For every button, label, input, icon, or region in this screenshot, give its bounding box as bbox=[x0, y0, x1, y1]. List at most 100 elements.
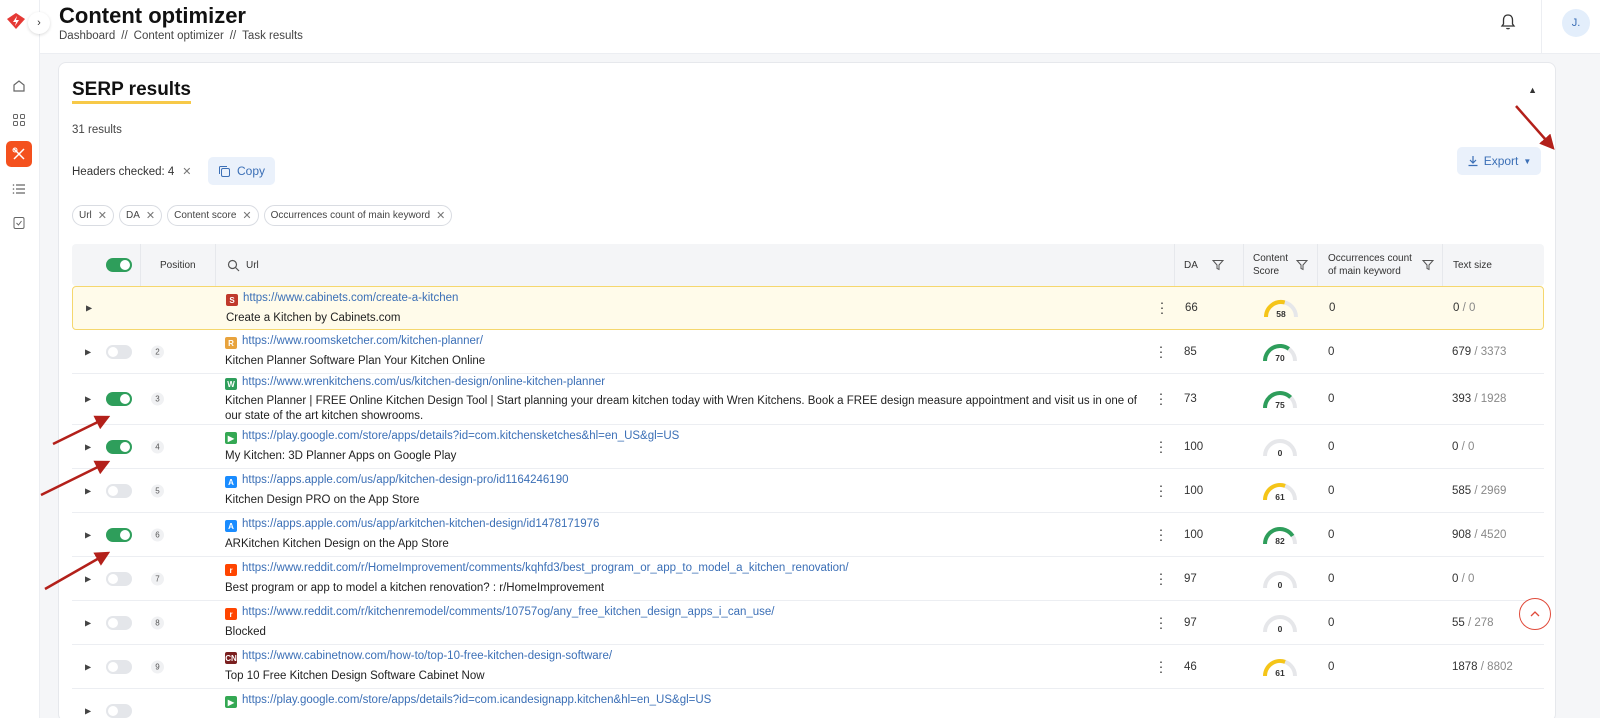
position-badge: 8 bbox=[151, 616, 164, 629]
result-url-link[interactable]: https://apps.apple.com/us/app/kitchen-de… bbox=[242, 474, 568, 486]
export-button[interactable]: Export ▼ bbox=[1457, 147, 1541, 175]
table-row[interactable]: ▶ 7 r https://www.reddit.com/r/HomeImprovem… bbox=[72, 557, 1544, 601]
expand-row-icon[interactable]: ▶ bbox=[85, 706, 91, 715]
table-row[interactable]: ▶ 3 Whttps://www.wrenkitchens.com/us/kitch… bbox=[72, 374, 1544, 425]
more-options-icon[interactable]: ⋮ bbox=[1154, 658, 1168, 675]
row-toggle[interactable] bbox=[106, 344, 132, 359]
filter-icon[interactable] bbox=[1421, 259, 1434, 271]
text-size-current: 0 bbox=[1453, 302, 1460, 314]
filter-icon[interactable] bbox=[1296, 259, 1309, 271]
table-row[interactable]: ▶ 4 ▶ https://play.google.com/store/apps/de… bbox=[72, 425, 1544, 469]
position-badge: 6 bbox=[151, 528, 164, 541]
search-icon[interactable] bbox=[227, 259, 240, 272]
expand-row-icon[interactable]: ▶ bbox=[85, 618, 91, 627]
user-avatar[interactable]: J. bbox=[1562, 9, 1590, 37]
tools-icon bbox=[12, 147, 25, 160]
notification-bell-icon[interactable] bbox=[1498, 12, 1518, 32]
table-row[interactable]: ▶ 2 Rhttps://www.roomsketcher.com/kitchen-… bbox=[72, 330, 1544, 374]
sidebar-item-tools[interactable] bbox=[6, 141, 32, 167]
chip-label: Occurrences count of main keyword bbox=[270, 210, 431, 221]
breadcrumb-dashboard[interactable]: Dashboard bbox=[59, 30, 115, 42]
scroll-to-top-button[interactable] bbox=[1519, 598, 1551, 630]
expand-row-icon[interactable]: ▶ bbox=[85, 395, 91, 404]
sidebar-item-apps[interactable] bbox=[6, 107, 32, 133]
sidebar-item-reports[interactable] bbox=[6, 210, 32, 236]
table-row[interactable]: ▶ Shttps://www.cabinets.com/create-a-kitc… bbox=[72, 286, 1544, 330]
expand-row-icon[interactable]: ▶ bbox=[85, 442, 91, 451]
more-options-icon[interactable]: ⋮ bbox=[1154, 614, 1168, 631]
column-text-size: Text size bbox=[1453, 259, 1492, 271]
result-url-link[interactable]: https://play.google.com/store/apps/detai… bbox=[242, 430, 679, 442]
filter-icon[interactable] bbox=[1211, 259, 1224, 271]
expand-row-icon[interactable]: ▶ bbox=[86, 304, 92, 313]
content-score-value: 0 bbox=[1277, 579, 1283, 590]
app-logo-icon[interactable] bbox=[6, 12, 26, 30]
site-favicon-icon: R bbox=[225, 337, 237, 349]
site-favicon-icon: ▶ bbox=[225, 696, 237, 708]
more-options-icon[interactable]: ⋮ bbox=[1154, 570, 1168, 587]
copy-button-label: Copy bbox=[236, 164, 265, 178]
result-url-link[interactable]: https://www.cabinets.com/create-a-kitche… bbox=[243, 292, 458, 304]
remove-chip-icon[interactable]: ✕ bbox=[242, 209, 251, 222]
result-url-link[interactable]: https://play.google.com/store/apps/detai… bbox=[242, 694, 711, 706]
occurrences-value: 0 bbox=[1328, 484, 1335, 497]
page-title: Content optimizer bbox=[59, 3, 246, 28]
result-title: Kitchen Planner Software Plan Your Kitch… bbox=[225, 355, 486, 367]
expand-row-icon[interactable]: ▶ bbox=[85, 347, 91, 356]
result-url-link[interactable]: https://www.roomsketcher.com/kitchen-pla… bbox=[242, 335, 483, 347]
result-title: Best program or app to model a kitchen r… bbox=[225, 582, 605, 594]
da-value: 100 bbox=[1184, 440, 1204, 453]
more-options-icon[interactable]: ⋮ bbox=[1155, 300, 1169, 317]
sidebar-item-list[interactable] bbox=[6, 176, 32, 202]
breadcrumb-content-optimizer[interactable]: Content optimizer bbox=[134, 30, 224, 42]
sidebar-item-home[interactable] bbox=[6, 73, 32, 99]
chip-occurrences: Occurrences count of main keyword ✕ bbox=[263, 205, 453, 226]
expand-row-icon[interactable]: ▶ bbox=[85, 662, 91, 671]
more-options-icon[interactable]: ⋮ bbox=[1154, 526, 1168, 543]
more-options-icon[interactable]: ⋮ bbox=[1154, 482, 1168, 499]
expand-row-icon[interactable]: ▶ bbox=[85, 530, 91, 539]
text-size-total: / 0 bbox=[1461, 572, 1475, 585]
row-toggle[interactable] bbox=[106, 615, 132, 630]
more-options-icon[interactable]: ⋮ bbox=[1154, 391, 1168, 408]
da-value: 100 bbox=[1184, 484, 1204, 497]
more-options-icon[interactable]: ⋮ bbox=[1154, 343, 1168, 360]
table-row[interactable]: ▶ 6 Ahttps://apps.apple.com/us/app/arkitch… bbox=[72, 513, 1544, 557]
sidebar-collapse-button[interactable]: › bbox=[28, 12, 50, 34]
table-row[interactable]: ▶ 9 CN https://www.cabinetnow.com/how-to/to… bbox=[72, 645, 1544, 689]
result-url-link[interactable]: https://www.wrenkitchens.com/us/kitchen-… bbox=[242, 376, 605, 388]
row-toggle[interactable] bbox=[106, 439, 132, 454]
table-row[interactable]: ▶ 5 Ahttps://apps.apple.com/us/app/kitchen… bbox=[72, 469, 1544, 513]
row-toggle[interactable] bbox=[106, 483, 132, 498]
content-score-value: 61 bbox=[1275, 667, 1285, 678]
result-url-link[interactable]: https://www.reddit.com/r/HomeImprovement… bbox=[242, 562, 849, 574]
result-url-link[interactable]: https://apps.apple.com/us/app/arkitchen-… bbox=[242, 518, 599, 530]
select-all-toggle[interactable] bbox=[106, 258, 132, 272]
remove-chip-icon[interactable]: ✕ bbox=[98, 209, 107, 222]
text-size-total: / 278 bbox=[1468, 616, 1494, 629]
clear-headers-icon[interactable]: ✕ bbox=[182, 165, 191, 178]
content-score-value: 0 bbox=[1277, 623, 1283, 634]
row-toggle[interactable] bbox=[106, 392, 132, 406]
table-row[interactable]: ▶ 8 r https://www.reddit.com/r/kitchenremod… bbox=[72, 601, 1544, 645]
text-size-current: 0 bbox=[1452, 440, 1459, 453]
text-size-value: 585 / 2969 bbox=[1452, 485, 1506, 497]
expand-row-icon[interactable]: ▶ bbox=[85, 574, 91, 583]
result-url-link[interactable]: https://www.cabinetnow.com/how-to/top-10… bbox=[242, 650, 612, 662]
row-toggle[interactable] bbox=[106, 527, 132, 542]
position-badge: 5 bbox=[151, 484, 164, 497]
text-size-current: 393 bbox=[1452, 393, 1472, 405]
text-size-total: / 3373 bbox=[1474, 345, 1507, 358]
collapse-section-icon[interactable]: ▲ bbox=[1528, 85, 1537, 95]
row-toggle[interactable] bbox=[106, 659, 132, 674]
occurrences-value: 0 bbox=[1328, 393, 1335, 405]
row-toggle[interactable] bbox=[106, 703, 132, 718]
table-row[interactable]: ▶ ▶ https://play.google.com/store/apps/det… bbox=[72, 689, 1544, 718]
more-options-icon[interactable]: ⋮ bbox=[1154, 438, 1168, 455]
row-toggle[interactable] bbox=[106, 571, 132, 586]
remove-chip-icon[interactable]: ✕ bbox=[436, 209, 445, 222]
copy-button[interactable]: Copy bbox=[208, 157, 275, 185]
result-url-link[interactable]: https://www.reddit.com/r/kitchenremodel/… bbox=[242, 606, 775, 618]
expand-row-icon[interactable]: ▶ bbox=[85, 486, 91, 495]
remove-chip-icon[interactable]: ✕ bbox=[146, 209, 155, 222]
